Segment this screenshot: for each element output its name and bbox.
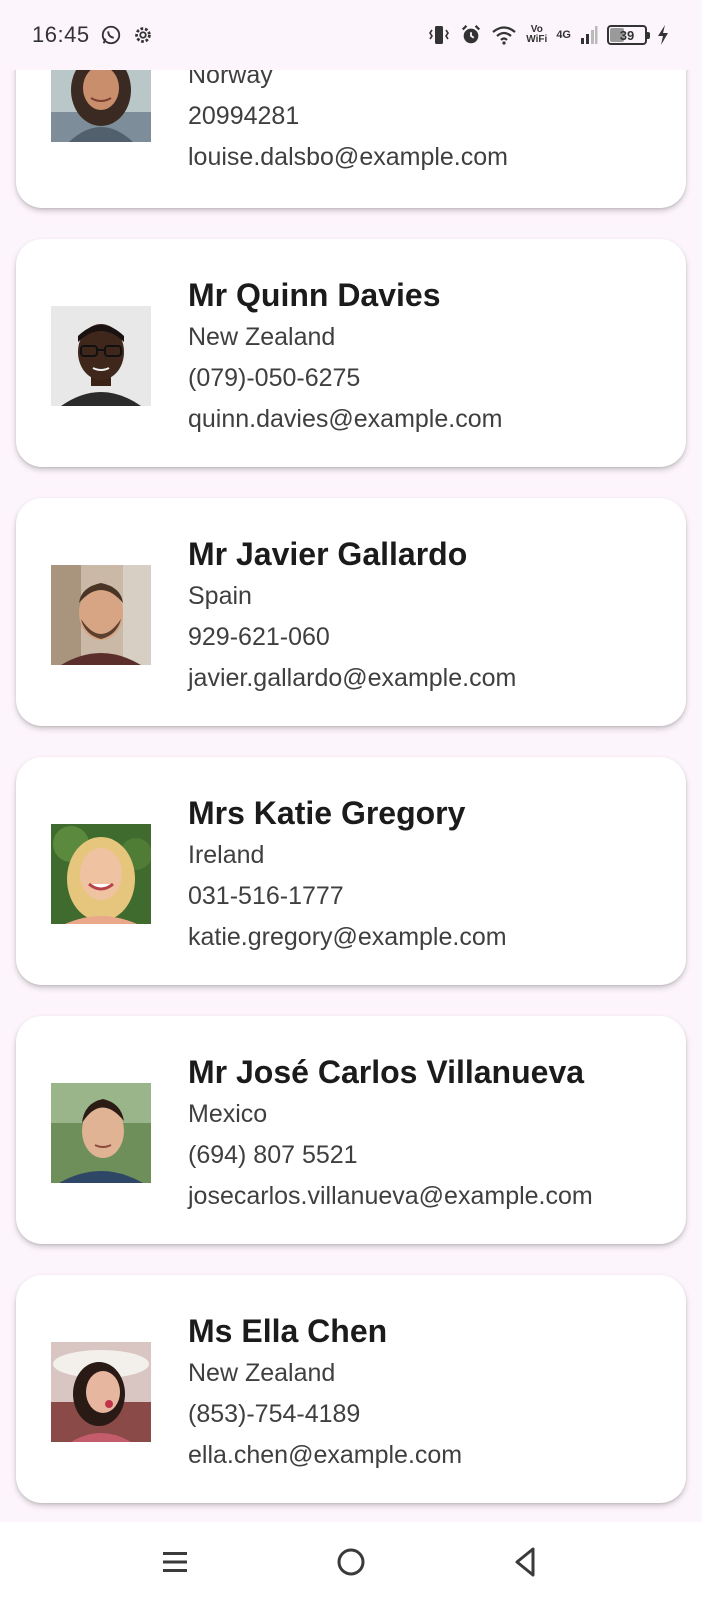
contact-country: Ireland [188,841,265,869]
home-button[interactable] [331,1542,371,1582]
menu-icon [163,1552,187,1572]
charging-icon [656,24,670,46]
screen: Norway 20994281 louise.dalsbo@example.co… [0,0,702,1600]
contact-info: Mr Quinn Davies New Zealand (079)-050-62… [188,273,502,440]
status-left: 16:45 [32,22,154,48]
settings-icon [132,24,154,46]
avatar [51,824,151,924]
avatar-man-beard [51,565,151,665]
back-icon [515,1547,535,1577]
contact-card[interactable]: Mr José Carlos Villanueva Mexico (694) 8… [16,1016,686,1244]
contact-info: Mr José Carlos Villanueva Mexico (694) 8… [188,1050,593,1217]
contact-info: Ms Ella Chen New Zealand (853)-754-4189 … [188,1309,462,1476]
contact-phone: (079)-050-6275 [188,364,361,392]
signal-icon [580,25,598,45]
contact-country: New Zealand [188,1359,336,1387]
contact-name: Mr José Carlos Villanueva [188,1054,585,1090]
status-right: Vo WiFi 4G 39 [427,24,670,46]
contact-country: New Zealand [188,323,336,351]
contact-card[interactable]: Mr Javier Gallardo Spain 929-621-060 jav… [16,498,686,726]
menu-button[interactable] [155,1542,195,1582]
battery-level: 39 [619,27,635,43]
contact-country: Mexico [188,1100,268,1128]
status-bar: 16:45 Vo WiFi 4G 39 [0,0,702,70]
contact-card[interactable]: Mr Quinn Davies New Zealand (079)-050-62… [16,239,686,467]
contact-email: javier.gallardo@example.com [188,664,517,692]
avatar-woman-blonde [51,824,151,924]
contact-card[interactable]: Ms Ella Chen New Zealand (853)-754-4189 … [16,1275,686,1503]
contact-name: Mrs Katie Gregory [188,795,466,831]
back-button[interactable] [506,1542,546,1582]
contact-country: Spain [188,582,252,610]
avatar [51,306,151,406]
contact-email: josecarlos.villanueva@example.com [188,1182,593,1210]
navigation-bar [0,1522,702,1600]
avatar-woman-hat [51,1342,151,1442]
vibrate-icon [427,24,451,46]
contact-info: Mr Javier Gallardo Spain 929-621-060 jav… [188,532,516,699]
network-type: 4G [556,29,571,41]
contact-email: quinn.davies@example.com [188,405,503,433]
contact-card[interactable]: Mrs Katie Gregory Ireland 031-516-1777 k… [16,757,686,985]
contact-phone: (853)-754-4189 [188,1400,361,1428]
alarm-icon [460,24,482,46]
contact-phone: 031-516-1777 [188,882,344,910]
avatar-man-glasses [51,306,151,406]
volte-bottom: WiFi [526,34,548,45]
avatar [51,565,151,665]
whatsapp-icon [100,24,122,46]
contact-phone: (694) 807 5521 [188,1141,358,1169]
contact-phone: 20994281 [188,102,300,130]
wifi-icon [491,25,517,45]
avatar-man-short-hair [51,1083,151,1183]
contact-email: katie.gregory@example.com [188,923,507,951]
contact-email: louise.dalsbo@example.com [188,143,508,171]
contact-phone: 929-621-060 [188,623,330,651]
home-icon [337,1548,365,1576]
contact-info: Mrs Katie Gregory Ireland 031-516-1777 k… [188,791,507,958]
contact-email: ella.chen@example.com [188,1441,463,1469]
avatar [51,1083,151,1183]
contact-info: Norway 20994281 louise.dalsbo@example.co… [188,55,508,178]
status-time: 16:45 [32,22,90,47]
contact-name: Ms Ella Chen [188,1313,388,1349]
avatar [51,1342,151,1442]
volte-indicator: Vo WiFi [526,25,547,45]
contact-name: Mr Javier Gallardo [188,536,468,572]
battery-icon: 39 [607,25,650,45]
contact-name: Mr Quinn Davies [188,277,441,313]
